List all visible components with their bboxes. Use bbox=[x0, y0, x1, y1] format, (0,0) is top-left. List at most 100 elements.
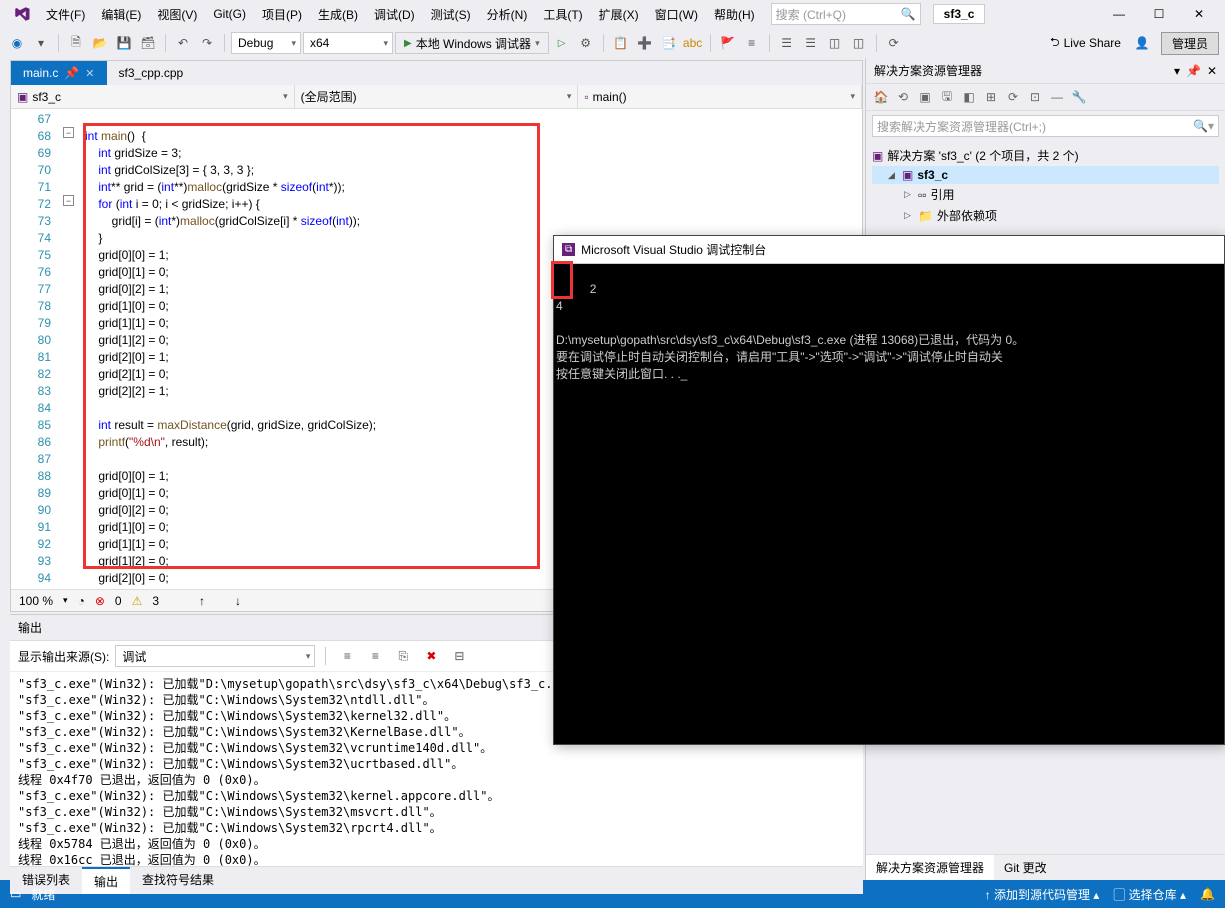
menu-build[interactable]: 生成(B) bbox=[310, 2, 366, 27]
undo-button[interactable]: ↶ bbox=[172, 32, 194, 54]
console-body[interactable]: 2 4 D:\mysetup\gopath\src\dsy\sf3_c\x64\… bbox=[554, 264, 1224, 400]
pin-icon[interactable]: 📌 bbox=[1186, 64, 1201, 78]
function-dropdown[interactable]: ▫main() bbox=[578, 85, 862, 108]
platform-dropdown[interactable]: x64 bbox=[303, 32, 393, 54]
menu-file[interactable]: 文件(F) bbox=[38, 2, 93, 27]
properties-icon[interactable]: 🔧 bbox=[1070, 88, 1088, 106]
menu-test[interactable]: 测试(S) bbox=[423, 2, 479, 27]
references-node[interactable]: ▷ ▫▫ 引用 bbox=[872, 184, 1219, 205]
tb-icon-7[interactable]: ≡ bbox=[741, 32, 763, 54]
tab-find-symbol[interactable]: 查找符号结果 bbox=[130, 867, 226, 894]
expand-icon[interactable]: ◢ bbox=[888, 170, 898, 181]
tb-icon-1[interactable]: ⚙ bbox=[575, 32, 597, 54]
live-share-button[interactable]: ⮌ Live Share bbox=[1042, 32, 1129, 54]
nav-fwd-button[interactable]: ▾ bbox=[30, 32, 52, 54]
output-btn-5[interactable]: ⊟ bbox=[448, 645, 470, 667]
dropdown-icon[interactable]: ▾ bbox=[1174, 64, 1180, 78]
btn1-icon[interactable]: ▣ bbox=[916, 88, 934, 106]
output-btn-1[interactable]: ≡ bbox=[336, 645, 358, 667]
save-all-button[interactable]: 🗃 bbox=[137, 32, 159, 54]
scope-dropdown[interactable]: ▣sf3_c bbox=[11, 85, 295, 108]
tb-icon-10[interactable]: ◫ bbox=[824, 32, 846, 54]
tb-icon-5[interactable]: abc bbox=[682, 32, 704, 54]
output-clear-button[interactable]: ✖ bbox=[420, 645, 442, 667]
new-file-button[interactable]: 🗎 bbox=[65, 32, 87, 54]
add-src-ctrl-button[interactable]: ↑ 添加到源代码管理 ▴ bbox=[985, 886, 1100, 903]
tb-icon-12[interactable]: ⟳ bbox=[883, 32, 905, 54]
redo-button[interactable]: ↷ bbox=[196, 32, 218, 54]
error-count: 0 bbox=[115, 594, 122, 608]
select-repo-button[interactable]: ▢ 选择仓库 ▴ bbox=[1113, 886, 1186, 903]
expand-icon[interactable]: ▷ bbox=[904, 210, 914, 221]
menu-tools[interactable]: 工具(T) bbox=[535, 2, 590, 27]
sync-icon[interactable]: ⟲ bbox=[894, 88, 912, 106]
tab-git-changes[interactable]: Git 更改 bbox=[994, 855, 1057, 880]
btn2-icon[interactable]: 🖫 bbox=[938, 88, 956, 106]
tb-icon-6[interactable]: 🚩 bbox=[717, 32, 739, 54]
tb-icon-3[interactable]: ➕ bbox=[634, 32, 656, 54]
global-search-input[interactable]: 搜索 (Ctrl+Q) 🔍 bbox=[771, 3, 921, 25]
solution-root-label: 解决方案 'sf3_c' (2 个项目，共 2 个) bbox=[887, 147, 1078, 164]
fold-toggle[interactable]: − bbox=[63, 127, 74, 138]
line-gutter: 6768697071727374757677787980818283848586… bbox=[11, 109, 61, 589]
btn6-icon[interactable]: — bbox=[1048, 88, 1066, 106]
output-btn-2[interactable]: ≡ bbox=[364, 645, 386, 667]
class-dropdown[interactable]: (全局范围) bbox=[295, 85, 579, 108]
tb-icon-4[interactable]: 📑 bbox=[658, 32, 680, 54]
solution-toolbar: 🏠 ⟲ ▣ 🖫 ◧ ⊞ ⟳ ⊡ — 🔧 bbox=[866, 84, 1225, 111]
project-node[interactable]: ◢ ▣ sf3_c bbox=[872, 166, 1219, 184]
output-btn-3[interactable]: ⎘ bbox=[392, 645, 414, 667]
pin-icon[interactable]: 📌 bbox=[64, 66, 79, 80]
menu-edit[interactable]: 编辑(E) bbox=[93, 2, 149, 27]
tb-icon-2[interactable]: 📋 bbox=[610, 32, 632, 54]
menu-window[interactable]: 窗口(W) bbox=[647, 2, 706, 27]
ready-icon: ▭ bbox=[10, 887, 21, 901]
config-dropdown[interactable]: Debug bbox=[231, 32, 301, 54]
status-ready: 就绪 bbox=[31, 886, 55, 903]
menu-git[interactable]: Git(G) bbox=[205, 3, 254, 25]
menu-project[interactable]: 项目(P) bbox=[254, 2, 310, 27]
menu-help[interactable]: 帮助(H) bbox=[706, 2, 763, 27]
close-icon[interactable]: ✕ bbox=[1207, 64, 1217, 78]
expand-icon[interactable]: ▷ bbox=[904, 189, 914, 200]
tab-main-c[interactable]: main.c 📌 ✕ bbox=[11, 61, 107, 85]
home-icon[interactable]: 🏠 bbox=[872, 88, 890, 106]
external-deps-node[interactable]: ▷ 📁 外部依赖项 bbox=[872, 205, 1219, 226]
close-icon[interactable]: ✕ bbox=[85, 67, 94, 80]
warning-icon: ⚠ bbox=[132, 594, 143, 608]
admin-button[interactable]: 管理员 bbox=[1161, 32, 1219, 55]
save-button[interactable]: 💾 bbox=[113, 32, 135, 54]
account-icon[interactable]: 👤 bbox=[1131, 32, 1153, 54]
console-titlebar[interactable]: ⧉ Microsoft Visual Studio 调试控制台 bbox=[554, 236, 1224, 264]
open-file-button[interactable]: 📂 bbox=[89, 32, 111, 54]
source-label: 显示输出来源(S): bbox=[18, 648, 109, 665]
menu-analyze[interactable]: 分析(N) bbox=[479, 2, 536, 27]
search-placeholder: 搜索 (Ctrl+Q) bbox=[776, 6, 846, 23]
output-source-dropdown[interactable]: 调试 bbox=[115, 645, 315, 667]
start-without-debug-button[interactable]: ▷ bbox=[551, 32, 573, 54]
btn5-icon[interactable]: ⊡ bbox=[1026, 88, 1044, 106]
close-button[interactable]: ✕ bbox=[1179, 0, 1219, 28]
solution-search-input[interactable]: 搜索解决方案资源管理器(Ctrl+;) 🔍▾ bbox=[872, 115, 1219, 137]
notifications-icon[interactable]: 🔔 bbox=[1200, 887, 1215, 901]
tab-solution-explorer[interactable]: 解决方案资源管理器 bbox=[866, 855, 994, 880]
maximize-button[interactable]: ☐ bbox=[1139, 0, 1179, 28]
solution-root[interactable]: ▣ 解决方案 'sf3_c' (2 个项目，共 2 个) bbox=[872, 145, 1219, 166]
refresh-icon[interactable]: ⟳ bbox=[1004, 88, 1022, 106]
run-debugger-button[interactable]: ▶ 本地 Windows 调试器 ▾ bbox=[395, 32, 549, 54]
tb-icon-8[interactable]: ☰ bbox=[776, 32, 798, 54]
btn3-icon[interactable]: ◧ bbox=[960, 88, 978, 106]
tb-icon-9[interactable]: ☰ bbox=[800, 32, 822, 54]
btn4-icon[interactable]: ⊞ bbox=[982, 88, 1000, 106]
zoom-level[interactable]: 100 % bbox=[19, 594, 53, 608]
tab-sf3-cpp[interactable]: sf3_cpp.cpp bbox=[107, 61, 196, 85]
menu-extensions[interactable]: 扩展(X) bbox=[591, 2, 647, 27]
tb-icon-11[interactable]: ◫ bbox=[848, 32, 870, 54]
tab-output[interactable]: 输出 bbox=[82, 867, 130, 894]
menu-view[interactable]: 视图(V) bbox=[149, 2, 205, 27]
console-output-line: 4 bbox=[556, 299, 563, 313]
minimize-button[interactable]: — bbox=[1099, 0, 1139, 28]
menu-debug[interactable]: 调试(D) bbox=[366, 2, 423, 27]
nav-back-button[interactable]: ◉ bbox=[6, 32, 28, 54]
fold-toggle[interactable]: − bbox=[63, 195, 74, 206]
